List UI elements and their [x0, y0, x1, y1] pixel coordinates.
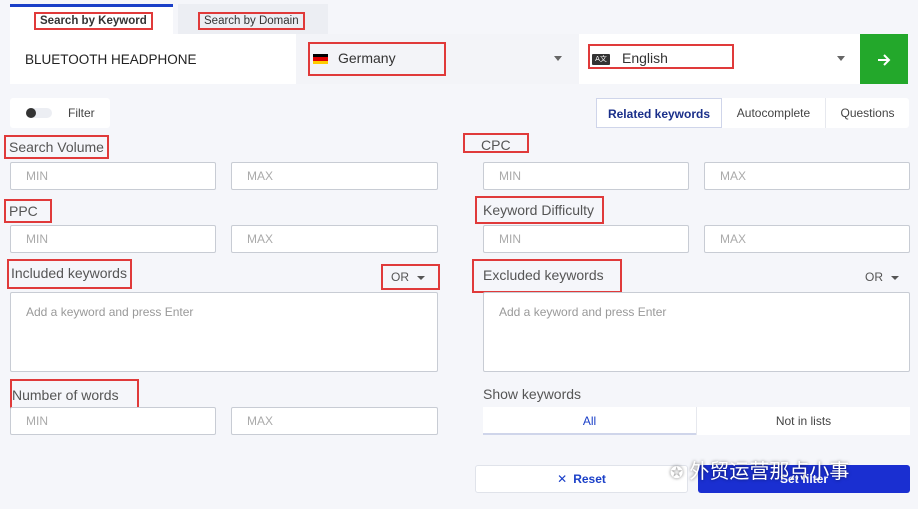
included-or-select[interactable]: OR — [381, 264, 440, 290]
wechat-icon: ✪ — [670, 463, 684, 482]
show-keywords-all[interactable]: All — [483, 407, 696, 435]
show-keywords-toggle: All Not in lists — [483, 407, 910, 435]
watermark-text: 外贸运营那点小事 — [689, 459, 850, 483]
tab-autocomplete[interactable]: Autocomplete — [722, 98, 826, 128]
chevron-down-icon — [837, 56, 845, 61]
or-label: OR — [391, 270, 409, 284]
tab-search-by-domain-label: Search by Domain — [198, 12, 305, 30]
or-label: OR — [865, 270, 883, 284]
tab-search-by-keyword[interactable]: Search by Keyword — [10, 4, 173, 34]
search-volume-max-input[interactable]: MAX — [231, 162, 438, 190]
show-keywords-not-in-lists[interactable]: Not in lists — [696, 407, 910, 435]
tab-questions[interactable]: Questions — [826, 98, 909, 128]
search-volume-min-input[interactable]: MIN — [10, 162, 216, 190]
toggle-switch[interactable] — [26, 108, 52, 118]
keyword-difficulty-max-input[interactable]: MAX — [704, 225, 910, 253]
tab-search-by-domain[interactable]: Search by Domain — [178, 4, 328, 34]
filter-label: Filter — [68, 106, 95, 120]
close-icon: ✕ — [557, 472, 568, 486]
keyword-difficulty-min-input[interactable]: MIN — [483, 225, 689, 253]
keyword-input[interactable] — [10, 34, 290, 84]
keyword-source-tabs: Related keywords Autocomplete Questions — [596, 98, 909, 128]
language-label: English — [622, 50, 668, 66]
ppc-min-input[interactable]: MIN — [10, 225, 216, 253]
language-icon: A文 — [592, 54, 610, 65]
cpc-min-input[interactable]: MIN — [483, 162, 689, 190]
language-select[interactable]: A文 English — [586, 34, 860, 84]
search-volume-label: Search Volume — [4, 135, 109, 159]
included-keywords-label: Included keywords — [7, 259, 132, 289]
chevron-down-icon — [417, 275, 425, 280]
chevron-down-icon — [891, 275, 899, 280]
reset-label: Reset — [573, 472, 606, 486]
cpc-max-input[interactable]: MAX — [704, 162, 910, 190]
show-keywords-label: Show keywords — [483, 386, 582, 402]
country-label: Germany — [338, 50, 396, 66]
tab-related-keywords[interactable]: Related keywords — [596, 98, 722, 128]
keyword-difficulty-label: Keyword Difficulty — [475, 196, 605, 224]
included-keywords-input[interactable]: Add a keyword and press Enter — [10, 292, 438, 372]
excluded-keywords-label: Excluded keywords — [472, 259, 622, 293]
chevron-down-icon — [554, 56, 562, 61]
ppc-max-input[interactable]: MAX — [231, 225, 438, 253]
arrow-right-icon — [878, 54, 891, 66]
excluded-or-select[interactable]: OR — [857, 266, 907, 288]
germany-flag-icon — [313, 54, 328, 64]
filter-toggle[interactable]: Filter — [10, 98, 110, 128]
tab-search-by-keyword-label: Search by Keyword — [34, 12, 153, 30]
toggle-knob — [26, 108, 36, 118]
reset-button[interactable]: ✕ Reset — [475, 465, 688, 493]
excluded-keywords-input[interactable]: Add a keyword and press Enter — [483, 292, 910, 372]
number-of-words-max-input[interactable]: MAX — [231, 407, 438, 435]
cpc-label: CPC — [463, 133, 529, 153]
search-bar: Germany A文 English — [10, 34, 908, 84]
country-select[interactable]: Germany — [296, 34, 579, 84]
ppc-label: PPC — [4, 199, 52, 223]
search-go-button[interactable] — [860, 34, 908, 84]
number-of-words-min-input[interactable]: MIN — [10, 407, 216, 435]
watermark: ✪ 外贸运营那点小事 — [670, 455, 849, 484]
